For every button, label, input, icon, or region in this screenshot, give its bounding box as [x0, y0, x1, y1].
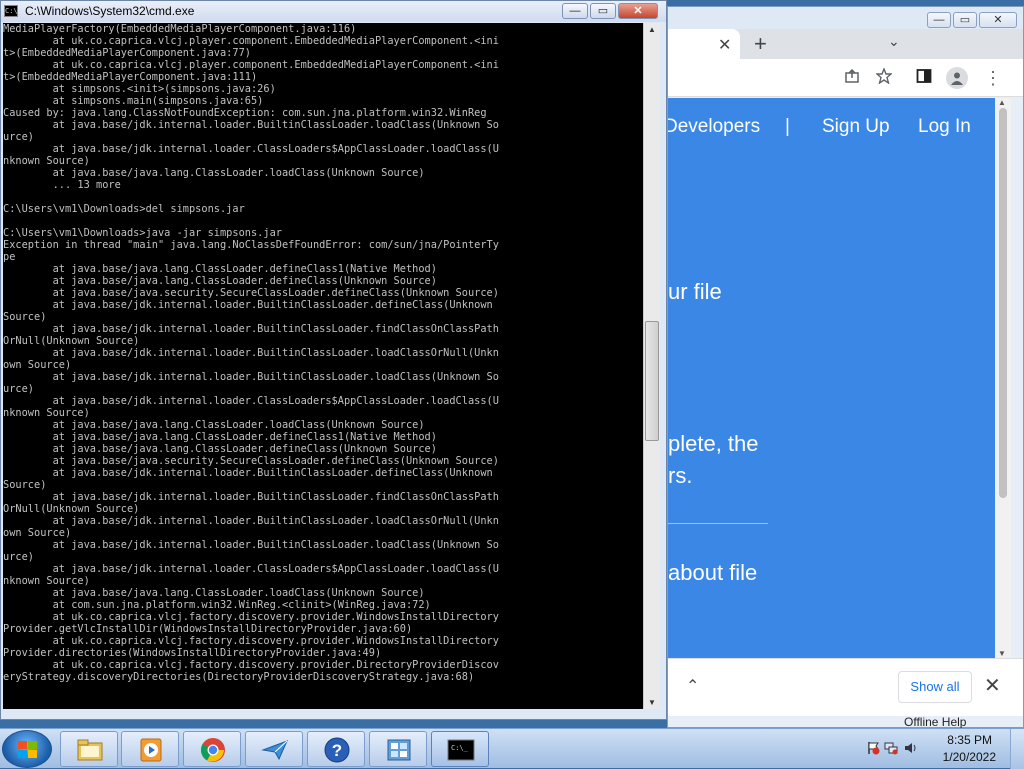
cmd-maximize-button[interactable]: ▭	[590, 3, 616, 19]
page-scrollbar[interactable]: ▲ ▼	[995, 98, 1011, 658]
web-page: Developers | Sign Up Log In ur file plet…	[668, 98, 995, 658]
body-text-fragment: about file	[668, 560, 758, 585]
browser-maximize-button[interactable]: ▭	[953, 12, 977, 28]
cmd-close-button[interactable]: ✕	[618, 3, 658, 19]
scrollbar-thumb[interactable]	[999, 108, 1007, 498]
download-bar: ⌃ Show all ✕	[668, 658, 1023, 716]
browser-close-button[interactable]: ✕	[979, 12, 1017, 28]
scroll-down-arrow-icon[interactable]: ▼	[998, 649, 1006, 658]
tab-close-icon[interactable]: ✕	[718, 35, 731, 55]
offline-help-label: Offline Help	[904, 715, 967, 729]
start-button[interactable]	[2, 730, 52, 768]
clock-time[interactable]: 8:35 PM	[947, 733, 992, 747]
show-all-button[interactable]: Show all	[898, 671, 972, 703]
taskbar-paper-plane-button[interactable]	[245, 731, 303, 767]
show-desktop-button[interactable]	[1010, 729, 1024, 769]
network-icon[interactable]	[884, 741, 898, 758]
console-text: MediaPlayerFactory(EmbeddedMediaPlayerCo…	[3, 23, 499, 683]
help-icon: ?	[324, 737, 350, 763]
download-bar-close-icon[interactable]: ✕	[984, 673, 1001, 698]
volume-icon[interactable]	[904, 741, 918, 758]
nav-log-in-link[interactable]: Log In	[918, 116, 971, 138]
side-panel-icon[interactable]	[916, 68, 932, 89]
console-scrollbar[interactable]: ▲ ▼	[643, 23, 660, 709]
cmd-icon: C:\_	[447, 739, 475, 761]
taskbar-control-panel-button[interactable]	[369, 731, 427, 767]
cmd-window-title: C:\Windows\System32\cmd.exe	[25, 4, 195, 18]
scroll-up-arrow-icon[interactable]: ▲	[648, 25, 656, 34]
windows-logo-icon	[18, 741, 38, 759]
system-tray: 8:35 PM 1/20/2022	[854, 729, 1024, 769]
body-text-fragment: ur file	[668, 279, 722, 304]
scrollbar-thumb[interactable]	[645, 321, 659, 441]
body-text-fragment: plete, the	[668, 431, 759, 456]
taskbar-chrome-button[interactable]	[183, 731, 241, 767]
browser-toolbar: ⋮	[668, 59, 1023, 97]
folder-icon	[77, 739, 103, 761]
taskbar-help-button[interactable]: ?	[307, 731, 365, 767]
cmd-app-icon: C:\_	[4, 5, 22, 17]
bookmark-star-icon[interactable]	[875, 67, 893, 89]
cmd-window: C:\_ C:\Windows\System32\cmd.exe — ▭ ✕ M…	[0, 0, 667, 720]
browser-window-controls: — ▭ ✕	[927, 12, 1017, 28]
nav-sign-up-link[interactable]: Sign Up	[822, 116, 890, 138]
chrome-icon	[200, 738, 225, 762]
scroll-up-arrow-icon[interactable]: ▲	[998, 98, 1006, 107]
browser-minimize-button[interactable]: —	[927, 12, 951, 28]
console-output-area[interactable]: MediaPlayerFactory(EmbeddedMediaPlayerCo…	[3, 23, 643, 709]
tab-search-icon[interactable]: ⌄	[888, 33, 900, 50]
cmd-minimize-button[interactable]: —	[562, 3, 588, 19]
media-player-icon	[140, 738, 162, 762]
share-icon[interactable]	[844, 68, 860, 89]
browser-tab[interactable]: ✕	[668, 29, 740, 59]
new-tab-button[interactable]: +	[754, 31, 767, 57]
taskbar: ? C:\_ 8:35 PM 1/20/2022	[0, 728, 1024, 769]
browser-window: — ▭ ✕ ✕ + ⌄ ⋮ Developers | Sign Up Log I…	[667, 6, 1024, 729]
clock-date[interactable]: 1/20/2022	[943, 750, 996, 764]
paper-plane-icon	[261, 740, 288, 761]
divider	[668, 523, 768, 524]
body-text-fragment: rs.	[668, 463, 693, 488]
cmd-titlebar[interactable]: C:\_ C:\Windows\System32\cmd.exe — ▭ ✕	[1, 1, 666, 22]
menu-dots-icon[interactable]: ⋮	[984, 68, 1002, 89]
nav-separator: |	[785, 116, 790, 137]
scroll-down-arrow-icon[interactable]: ▼	[648, 698, 656, 707]
profile-avatar-icon[interactable]	[946, 67, 968, 89]
action-center-flag-icon[interactable]	[866, 741, 880, 758]
taskbar-explorer-button[interactable]	[60, 731, 118, 767]
taskbar-cmd-button[interactable]: C:\_	[431, 731, 489, 767]
chevron-up-icon[interactable]: ⌃	[686, 676, 699, 696]
nav-developers-link[interactable]: Developers	[668, 116, 760, 138]
control-panel-icon	[387, 739, 411, 761]
tab-strip: ✕ + ⌄	[668, 29, 1023, 59]
svg-text:?: ?	[332, 741, 342, 760]
cmd-window-controls: — ▭ ✕	[562, 3, 658, 19]
taskbar-media-player-button[interactable]	[121, 731, 179, 767]
svg-text:C:\_: C:\_	[451, 744, 469, 752]
